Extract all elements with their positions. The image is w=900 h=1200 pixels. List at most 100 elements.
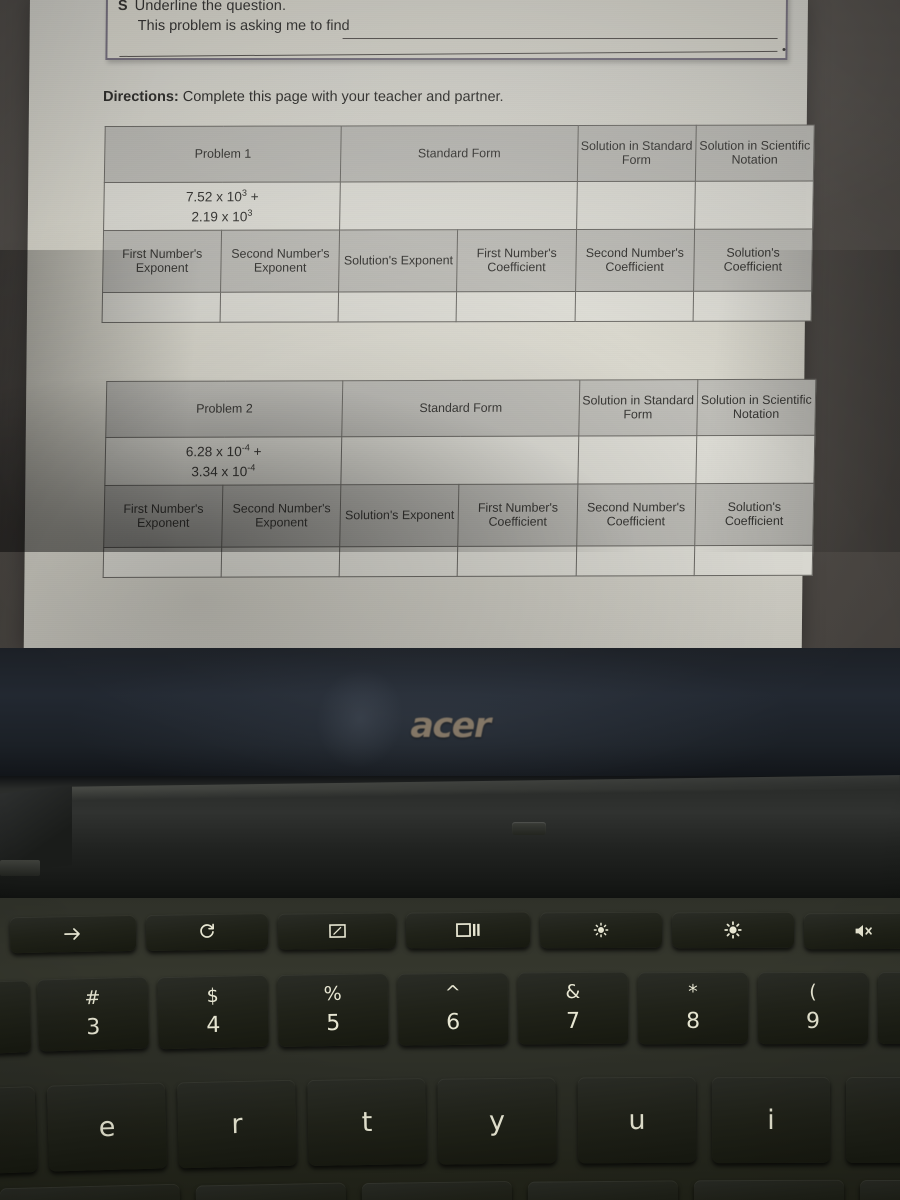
key-o-partial[interactable] bbox=[846, 1077, 900, 1163]
key-bottom-row-partial-5[interactable] bbox=[693, 1179, 845, 1200]
key-7[interactable]: & 7 bbox=[517, 971, 629, 1045]
callout-instruction-text: Underline the question. bbox=[134, 0, 287, 14]
p1-answer-cell-1[interactable] bbox=[102, 292, 221, 323]
hinge-latch-notch bbox=[512, 822, 546, 835]
problem-2-title: Problem 2 bbox=[105, 380, 344, 438]
key-9-digit: 9 bbox=[806, 1008, 821, 1035]
p2-solutions-exponent-header: Solution's Exponent bbox=[340, 484, 460, 547]
p1-line2-exponent: 3 bbox=[247, 207, 253, 218]
directions-line: Directions: Complete this page with your… bbox=[103, 89, 504, 105]
key-e-label: e bbox=[98, 1111, 116, 1143]
brightness-low-icon bbox=[593, 922, 609, 938]
problem-1-table: Problem 1 Standard Form Solution in Stan… bbox=[102, 125, 815, 323]
p2-line2-base: 3.34 x 10 bbox=[191, 463, 248, 479]
key-bottom-row-partial-2[interactable] bbox=[195, 1182, 347, 1200]
answer-rule-line-2 bbox=[119, 50, 778, 57]
problem-2-table: Problem 2 Standard Form Solution in Stan… bbox=[103, 379, 817, 578]
key-2-partial[interactable] bbox=[0, 980, 32, 1056]
table-row: Problem 1 Standard Form Solution in Stan… bbox=[104, 125, 815, 183]
p2-first-number-coefficient-header: First Number's Coefficient bbox=[458, 484, 578, 547]
key-u[interactable]: u bbox=[577, 1076, 697, 1164]
key-6[interactable]: ^ 6 bbox=[397, 972, 509, 1046]
solution-scientific-notation-header: Solution in Scientific Notation bbox=[695, 125, 815, 182]
key-r-label: r bbox=[231, 1108, 243, 1140]
solution-standard-form-header: Solution in Standard Form bbox=[576, 125, 697, 182]
volume-mute-key[interactable] bbox=[803, 912, 900, 950]
key-r[interactable]: r bbox=[177, 1079, 297, 1169]
table-row: 6.28 x 10-4 + 3.34 x 10-4 bbox=[104, 435, 815, 486]
p1-line1-tail: + bbox=[246, 188, 259, 204]
table-row: 7.52 x 103 + 2.19 x 103 bbox=[103, 181, 814, 231]
p2-solution-scientific-blank[interactable] bbox=[695, 435, 815, 484]
p1-solutions-exponent-header: Solution's Exponent bbox=[338, 229, 459, 293]
p2-answer-cell-1[interactable] bbox=[103, 547, 222, 578]
p1-line1-base: 7.52 x 10 bbox=[185, 189, 242, 205]
key-9-symbol: ( bbox=[809, 980, 817, 1004]
p1-answer-cell-3[interactable] bbox=[338, 291, 458, 323]
key-bottom-row-partial-3[interactable] bbox=[361, 1180, 513, 1200]
p2-first-number-exponent-header: First Number's Exponent bbox=[103, 485, 224, 548]
p2-answer-cell-4[interactable] bbox=[457, 546, 577, 577]
key-8-digit: 8 bbox=[686, 1008, 701, 1035]
brightness-high-icon bbox=[724, 921, 742, 939]
key-bottom-row-partial-6[interactable] bbox=[860, 1180, 900, 1200]
key-i[interactable]: i bbox=[711, 1076, 831, 1164]
key-8[interactable]: * 8 bbox=[637, 971, 749, 1045]
key-5-digit: 5 bbox=[326, 1010, 341, 1037]
table-row bbox=[102, 291, 812, 323]
window-overview-key[interactable] bbox=[405, 911, 531, 949]
key-bottom-row-partial-4[interactable] bbox=[527, 1180, 679, 1200]
p2-answer-cell-6[interactable] bbox=[693, 545, 813, 576]
directions-label: Directions: bbox=[102, 89, 179, 105]
key-w-partial[interactable] bbox=[0, 1086, 38, 1176]
acer-brand-logo: acer bbox=[410, 706, 491, 746]
problem-2-expression: 6.28 x 10-4 + 3.34 x 10-4 bbox=[104, 436, 343, 486]
key-y-label: y bbox=[488, 1105, 506, 1137]
key-e[interactable]: e bbox=[46, 1082, 168, 1172]
key-3[interactable]: #3 bbox=[37, 976, 149, 1052]
key-5[interactable]: % 5 bbox=[277, 973, 389, 1047]
brightness-up-key[interactable] bbox=[671, 911, 795, 949]
callout-prompt-text: This problem is asking me to find bbox=[137, 18, 350, 34]
problem-1-title: Problem 1 bbox=[104, 126, 342, 183]
p1-answer-cell-2[interactable] bbox=[220, 292, 339, 323]
p2-answer-cell-2[interactable] bbox=[221, 546, 341, 578]
key-3-digit: 3 bbox=[86, 1014, 101, 1041]
p2-standard-form-blank[interactable] bbox=[341, 436, 579, 485]
worksheet-content: S Underline the question. This problem is… bbox=[24, 0, 816, 652]
key-6-symbol: ^ bbox=[444, 981, 461, 1005]
p1-answer-cell-4[interactable] bbox=[456, 291, 576, 322]
p2-answer-cell-5[interactable] bbox=[575, 545, 695, 577]
key-7-digit: 7 bbox=[565, 1008, 581, 1035]
key-0-partial[interactable] bbox=[878, 972, 900, 1044]
worksheet-paper: S Underline the question. This problem is… bbox=[23, 0, 816, 652]
p1-standard-form-blank[interactable] bbox=[339, 181, 577, 231]
key-t[interactable]: t bbox=[307, 1077, 427, 1167]
tab-arrow-key[interactable] bbox=[9, 914, 137, 954]
p1-second-number-coefficient-header: Second Number's Coefficient bbox=[575, 229, 695, 292]
screenshot-root: S Underline the question. This problem is… bbox=[0, 0, 900, 1200]
key-4[interactable]: $4 bbox=[157, 974, 269, 1050]
p2-answer-cell-3[interactable] bbox=[339, 546, 459, 577]
refresh-key[interactable] bbox=[145, 913, 269, 951]
solution-scientific-notation-header: Solution in Scientific Notation bbox=[696, 379, 816, 436]
p1-answer-cell-6[interactable] bbox=[692, 291, 812, 322]
refresh-icon bbox=[198, 923, 216, 941]
solution-standard-form-header: Solution in Standard Form bbox=[578, 379, 698, 437]
fullscreen-key[interactable] bbox=[277, 912, 397, 950]
directions-text: Complete this page with your teacher and… bbox=[182, 89, 504, 105]
p1-solution-scientific-blank[interactable] bbox=[694, 181, 814, 230]
key-7-symbol: & bbox=[565, 980, 581, 1004]
key-9[interactable]: (9 bbox=[757, 971, 869, 1045]
key-i-label: i bbox=[767, 1104, 775, 1136]
key-u-label: u bbox=[628, 1104, 646, 1136]
key-y[interactable]: y bbox=[437, 1077, 557, 1165]
key-4-symbol: $ bbox=[206, 984, 219, 1008]
p1-answer-cell-5[interactable] bbox=[574, 291, 694, 322]
p1-second-number-exponent-header: Second Number's Exponent bbox=[220, 230, 340, 293]
p2-solution-standard-blank[interactable] bbox=[577, 435, 697, 485]
key-t-label: t bbox=[361, 1106, 373, 1138]
brightness-down-key[interactable] bbox=[539, 911, 663, 949]
key-4-digit: 4 bbox=[206, 1012, 221, 1039]
p1-solution-standard-blank[interactable] bbox=[576, 181, 696, 230]
